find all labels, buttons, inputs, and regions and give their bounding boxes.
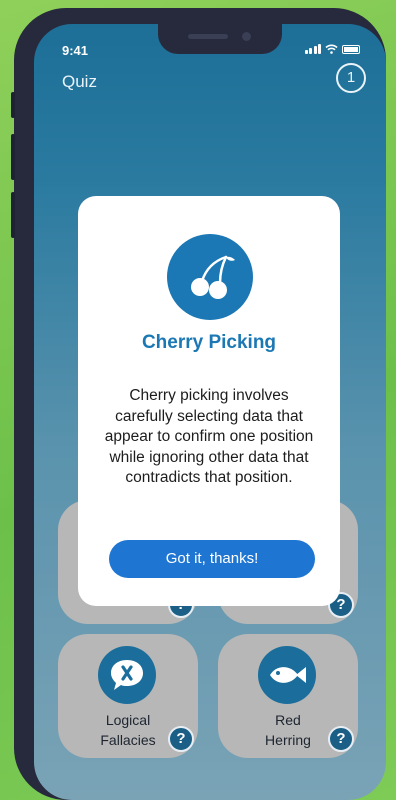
modal-title: Cherry Picking <box>141 332 277 353</box>
help-icon[interactable]: ? <box>328 726 354 752</box>
phone-screen: 9:41 Quiz 1 ? ? Logical Falla <box>34 24 386 800</box>
fish-icon <box>258 646 316 704</box>
quiz-card-logical-fallacies[interactable]: Logical Fallacies ? <box>58 634 198 758</box>
wifi-icon <box>325 44 338 54</box>
status-icons <box>304 44 360 54</box>
question-counter[interactable]: 1 <box>336 63 366 93</box>
mute-switch <box>11 92 15 118</box>
battery-icon <box>342 45 360 54</box>
speech-bubble-x-icon <box>98 646 156 704</box>
speaker-grille <box>188 34 228 39</box>
front-camera <box>242 32 251 41</box>
page-title: Quiz <box>62 72 97 91</box>
cherry-icon <box>167 234 253 320</box>
status-time: 9:41 <box>62 43 89 58</box>
volume-down-button <box>11 192 15 238</box>
volume-up-button <box>11 134 15 180</box>
notch <box>158 24 282 54</box>
quiz-card-red-herring[interactable]: Red Herring ? <box>218 634 358 758</box>
modal-body: Cherry picking involves carefully select… <box>104 387 314 486</box>
dismiss-button[interactable]: Got it, thanks! <box>109 540 315 578</box>
info-modal: Cherry Picking Cherry picking involves c… <box>78 196 340 606</box>
signal-icon <box>304 44 321 54</box>
help-icon[interactable]: ? <box>168 726 194 752</box>
